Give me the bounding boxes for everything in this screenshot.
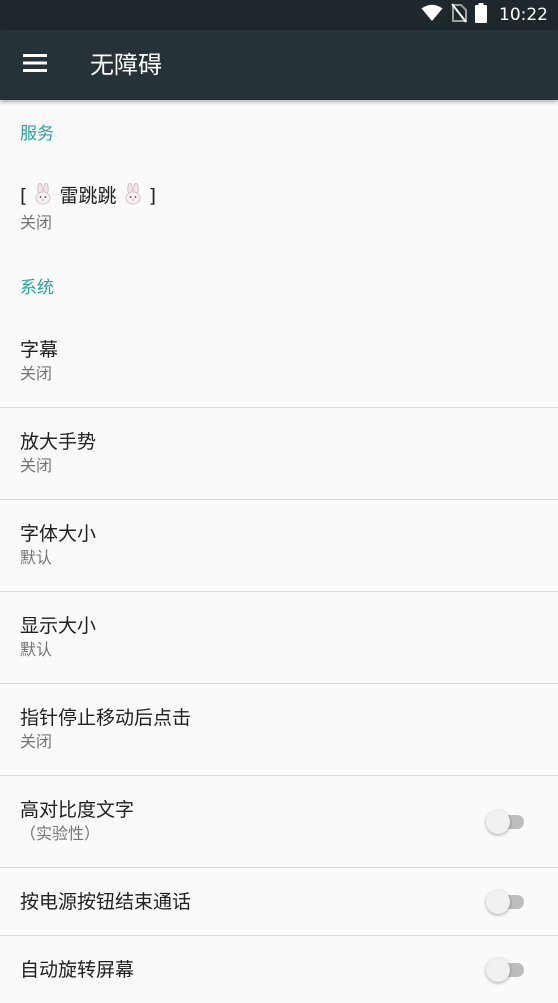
service-item-title: [ 雷跳跳 ] xyxy=(20,182,558,211)
settings-list: 服务 [ 雷跳跳 ] 关闭 系统 字幕 关闭 放大手势 关闭 字体大小 默认 显… xyxy=(0,100,558,1003)
rabbit-icon xyxy=(123,182,143,211)
setting-title: 显示大小 xyxy=(20,615,97,637)
status-time: 10:22 xyxy=(499,5,548,25)
setting-summary: 默认 xyxy=(20,548,53,567)
high-contrast-text-toggle[interactable] xyxy=(486,809,524,834)
hamburger-menu-icon xyxy=(23,54,47,76)
toggle-thumb xyxy=(486,889,510,914)
service-item-summary: 关闭 xyxy=(20,212,53,232)
setting-title: 自动旋转屏幕 xyxy=(20,958,135,981)
setting-item-captions[interactable]: 字幕 关闭 xyxy=(0,316,558,407)
section-header-services: 服务 xyxy=(20,123,54,144)
no-sim-icon xyxy=(451,3,467,27)
setting-title: 高对比度文字 xyxy=(20,799,135,821)
setting-title: 字幕 xyxy=(20,339,59,361)
menu-button[interactable] xyxy=(12,42,58,88)
setting-item-display-size[interactable]: 显示大小 默认 xyxy=(0,592,558,683)
app-bar: 无障碍 xyxy=(0,30,558,100)
rabbit-icon xyxy=(33,182,53,211)
setting-item-auto-rotate-screen[interactable]: 自动旋转屏幕 xyxy=(0,936,558,1003)
setting-item-high-contrast-text[interactable]: 高对比度文字 （实验性） xyxy=(0,776,558,867)
setting-summary: 关闭 xyxy=(20,456,53,475)
setting-title: 字体大小 xyxy=(20,523,97,545)
service-item-leitiaotiao[interactable]: [ 雷跳跳 ] 关闭 xyxy=(0,162,558,254)
setting-item-power-button-ends-call[interactable]: 按电源按钮结束通话 xyxy=(0,868,558,935)
setting-title: 放大手势 xyxy=(20,431,97,453)
setting-title: 指针停止移动后点击 xyxy=(20,707,192,729)
wifi-icon xyxy=(421,4,443,26)
battery-icon xyxy=(475,3,487,27)
setting-summary: （实验性） xyxy=(20,824,101,843)
setting-summary: 关闭 xyxy=(20,732,53,751)
setting-summary: 默认 xyxy=(20,640,53,659)
toggle-thumb xyxy=(486,809,510,834)
setting-summary: 关闭 xyxy=(20,364,53,383)
setting-item-magnification-gestures[interactable]: 放大手势 关闭 xyxy=(0,408,558,499)
setting-item-font-size[interactable]: 字体大小 默认 xyxy=(0,500,558,591)
setting-title: 按电源按钮结束通话 xyxy=(20,890,192,913)
toggle-thumb xyxy=(486,957,510,982)
power-button-ends-call-toggle[interactable] xyxy=(486,889,524,914)
status-icons: 10:22 xyxy=(421,0,548,30)
setting-item-dwell-click[interactable]: 指针停止移动后点击 关闭 xyxy=(0,684,558,775)
page-title: 无障碍 xyxy=(90,51,162,79)
status-bar: 10:22 xyxy=(0,0,558,30)
auto-rotate-screen-toggle[interactable] xyxy=(486,957,524,982)
section-header-system: 系统 xyxy=(20,277,54,298)
